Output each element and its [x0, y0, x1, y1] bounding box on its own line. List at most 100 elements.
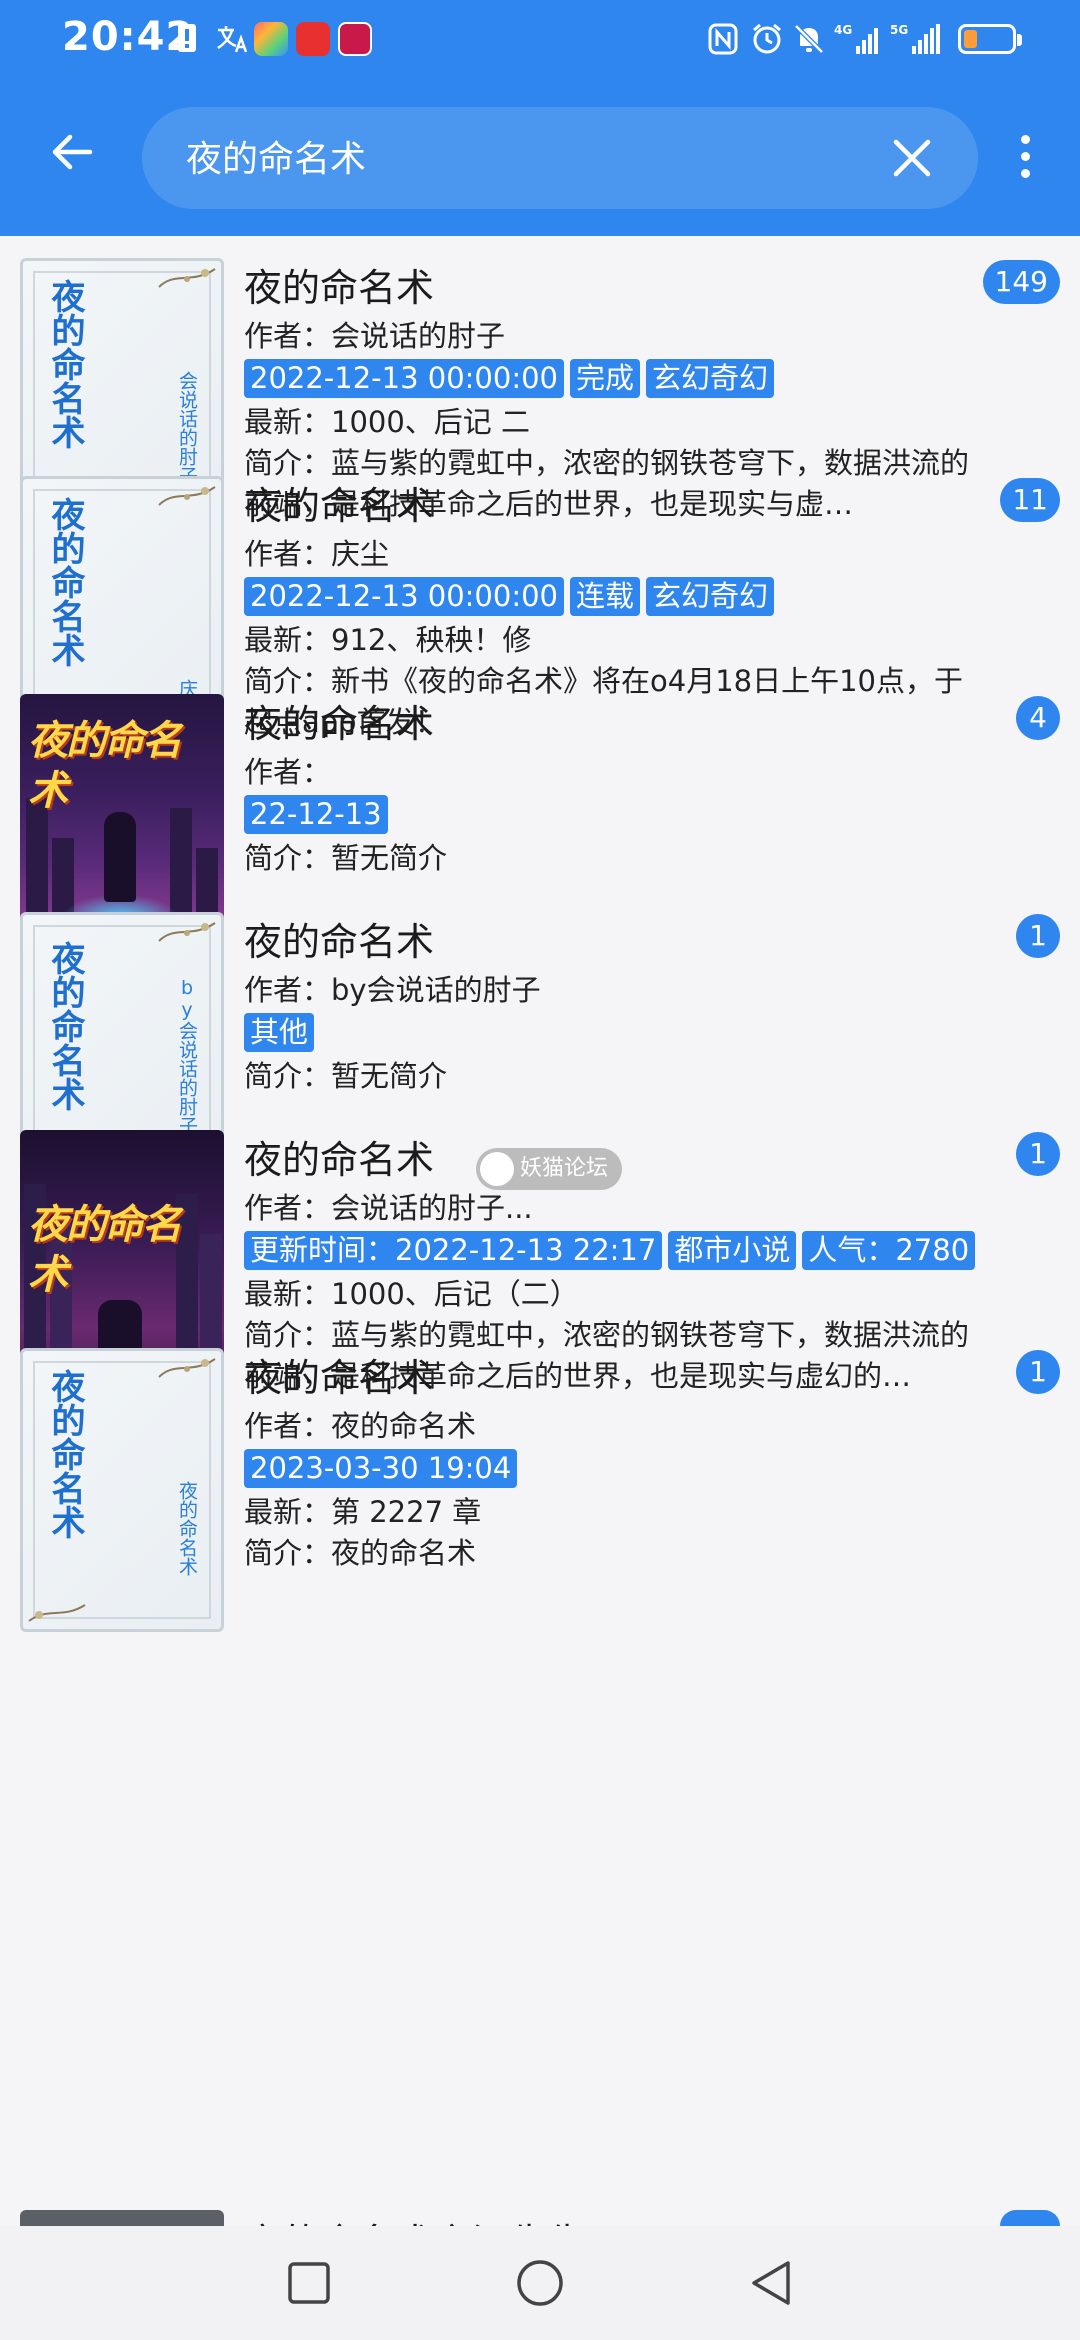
book-info: 夜的命名术 作者：by会说话的肘子 其他 简介：暂无简介: [244, 914, 1004, 1097]
forum-watermark: 妖猫论坛: [476, 1148, 623, 1190]
status-tag: 连载: [570, 577, 641, 616]
video-app-notification-icon: [338, 22, 372, 56]
source-count-badge: 149: [982, 260, 1060, 304]
app-notification-icon: [254, 22, 288, 56]
latest-chapter: 最新：第 2227 章: [244, 1495, 482, 1529]
book-title: 夜的命名术: [244, 920, 435, 964]
translate-icon: [214, 22, 248, 58]
more-dot-icon: [1020, 151, 1030, 161]
book-intro: 简介：暂无简介: [244, 1059, 448, 1093]
book-author: 作者：会说话的肘子: [244, 319, 506, 353]
close-icon: [893, 139, 931, 177]
system-nav-bar: [0, 2226, 1080, 2340]
cat-logo-icon: [480, 1152, 514, 1186]
cover-title: 夜的命名术: [45, 497, 85, 667]
notification-alert-icon: [176, 22, 198, 58]
source-count-badge: 1: [1016, 1350, 1060, 1394]
home-button[interactable]: [507, 2250, 573, 2316]
mute-icon: [792, 22, 826, 58]
huawei-notification-icon: [296, 22, 330, 56]
genre-tag: 都市小说: [668, 1231, 797, 1270]
latest-chapter: 最新：1000、后记（二）: [244, 1277, 579, 1311]
svg-text:5G: 5G: [890, 23, 908, 37]
genre-tag: 玄幻奇幻: [646, 359, 775, 398]
recents-button[interactable]: [276, 2250, 342, 2316]
book-tags: 2022-12-13 00:00:00 连载 玄幻奇幻: [244, 577, 1004, 618]
screen: 20:42 4G 5G 夜的命名术 夜的命名术 会说话的肘子 夜的命名术 作者：…: [0, 0, 1080, 2340]
status-tag: 完成: [570, 359, 641, 398]
search-results-list: 夜的命名术 会说话的肘子 夜的命名术 作者：会说话的肘子 2022-12-13 …: [0, 236, 1080, 2226]
battery-icon: [958, 24, 1022, 54]
book-title: 夜的命名术: [244, 484, 435, 528]
signal-5g-icon: 5G: [890, 22, 942, 58]
source-count-badge: 11: [1000, 478, 1060, 522]
book-title: 夜的命名术: [244, 1138, 435, 1182]
latest-chapter: 最新：1000、后记 二: [244, 405, 531, 439]
signal-4g-icon: 4G: [834, 22, 880, 58]
decoration-icon: [158, 1358, 216, 1378]
clear-search-button[interactable]: [890, 136, 934, 180]
header: 20:42 4G 5G: [0, 0, 1080, 236]
date-tag: 22-12-13: [244, 795, 388, 834]
genre-tag: 玄幻奇幻: [646, 577, 775, 616]
date-tag: 2022-12-13 00:00:00: [244, 577, 564, 616]
alarm-icon: [750, 22, 784, 58]
cover-title: 夜的命名术: [28, 718, 182, 814]
partial-count-badge: [1000, 2210, 1060, 2226]
source-count-badge: 4: [1016, 696, 1060, 740]
result-item[interactable]: 夜的命名术 夜的命名术 夜的命名术 作者：夜的命名术 2023-03-30 19…: [0, 1326, 1080, 1650]
book-tags: 2022-12-13 00:00:00 完成 玄幻奇幻: [244, 359, 1004, 400]
back-nav-button[interactable]: [738, 2250, 804, 2316]
circle-icon: [517, 2260, 563, 2306]
search-box[interactable]: [142, 107, 978, 211]
book-author: 作者：: [244, 755, 332, 789]
book-intro: 简介：暂无简介: [244, 841, 448, 875]
book-info: 夜的命名术 作者： 22-12-13 简介：暂无简介: [244, 696, 1004, 879]
more-dot-icon: [1020, 134, 1030, 144]
partial-book-title[interactable]: 夜的命名术之污生生: [244, 2212, 614, 2226]
book-title: 夜的命名术: [244, 266, 435, 310]
book-tags: 22-12-13: [244, 795, 1004, 836]
book-tags: 更新时间：2022-12-13 22:17 都市小说 人气：2780: [244, 1231, 1004, 1272]
decoration-icon: [158, 268, 216, 288]
book-tags: 其他: [244, 1013, 1004, 1054]
cover-title: 夜的命名术: [45, 941, 85, 1111]
book-cover: 夜的命名术 夜的命名术: [20, 1348, 224, 1632]
source-count-badge: 1: [1016, 914, 1060, 958]
book-intro: 简介：夜的命名术: [244, 1536, 477, 1570]
decoration-icon: [158, 486, 216, 506]
decoration-icon: [158, 922, 216, 942]
triangle-back-icon: [752, 2261, 790, 2305]
cover-title: 夜的命名术: [45, 1369, 85, 1539]
book-title: 夜的命名术: [244, 1356, 435, 1400]
source-count-badge: 1: [1016, 1132, 1060, 1176]
update-time-tag: 更新时间：2022-12-13 22:17: [244, 1231, 663, 1270]
cover-title: 夜的命名术: [45, 279, 85, 449]
nfc-icon: [708, 22, 738, 58]
book-info: 夜的命名术 作者：夜的命名术 2023-03-30 19:04 最新：第 222…: [244, 1350, 1004, 1574]
book-author: 作者：会说话的肘子...: [244, 1191, 533, 1225]
date-tag: 2022-12-13 00:00:00: [244, 359, 564, 398]
svg-text:4G: 4G: [834, 23, 852, 37]
app-bar: [0, 80, 1080, 236]
book-author: 作者：夜的命名术: [244, 1409, 477, 1443]
book-title: 夜的命名术: [244, 702, 435, 746]
cover-author: 夜的命名术: [176, 1481, 198, 1576]
square-icon: [288, 2262, 330, 2304]
arrow-left-icon: [52, 134, 93, 170]
popularity-tag: 人气：2780: [802, 1231, 976, 1270]
book-tags: 2023-03-30 19:04: [244, 1449, 1004, 1490]
search-input[interactable]: [184, 107, 888, 211]
status-time: 20:42: [62, 14, 195, 60]
watermark-text: 妖猫论坛: [520, 1156, 609, 1181]
more-dot-icon: [1020, 168, 1030, 178]
book-author: 作者：庆尘: [244, 537, 390, 571]
book-author: 作者：by会说话的肘子: [244, 973, 541, 1007]
decoration-icon: [28, 1604, 86, 1622]
more-options-button[interactable]: [1008, 124, 1042, 188]
category-tag: 其他: [244, 1013, 315, 1052]
back-button[interactable]: [40, 120, 104, 184]
cover-title: 夜的命名术: [28, 1202, 182, 1298]
latest-chapter: 最新：912、秧秧！修: [244, 623, 532, 657]
date-tag: 2023-03-30 19:04: [244, 1449, 518, 1488]
